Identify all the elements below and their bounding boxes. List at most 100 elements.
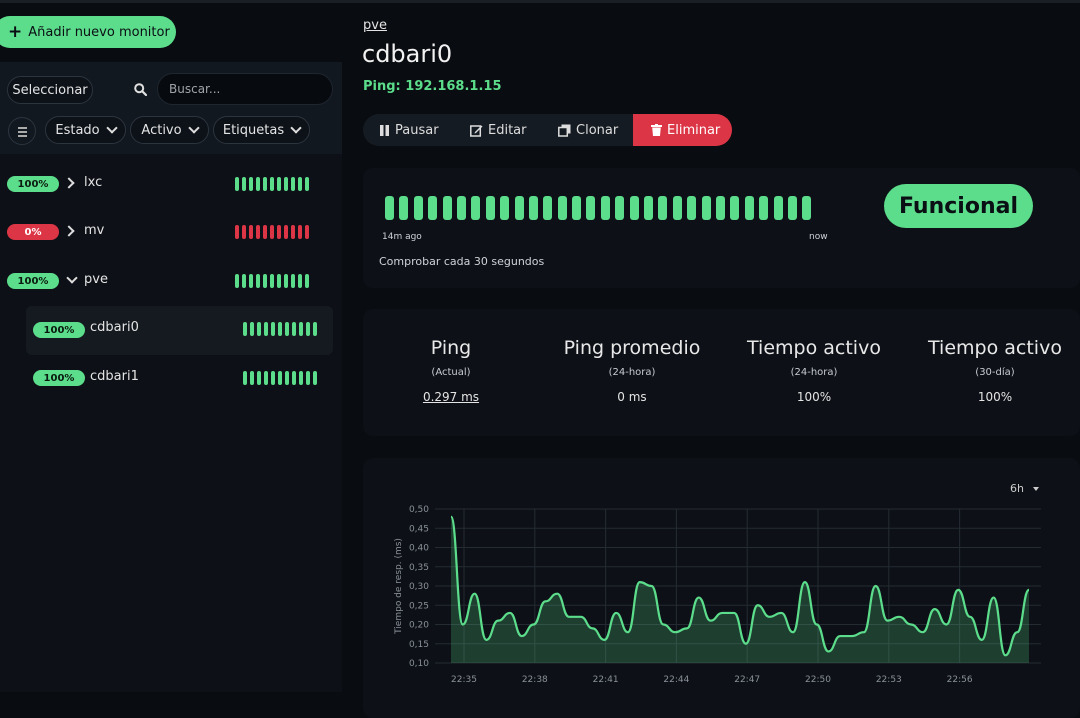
pause-button[interactable]: Pausar bbox=[379, 114, 439, 146]
status-badge: Funcional bbox=[884, 184, 1033, 228]
stat-subtitle: (24-hora) bbox=[608, 367, 656, 378]
clone-label: Clonar bbox=[576, 122, 619, 138]
heartbeat-beat[interactable] bbox=[615, 196, 625, 220]
stat-subtitle: (Actual) bbox=[431, 367, 471, 378]
monitor-target: Ping: 192.168.1.15 bbox=[363, 79, 502, 94]
heartbeat-beat[interactable] bbox=[644, 196, 654, 220]
heartbeat-beat[interactable] bbox=[528, 196, 538, 220]
response-time-chart-card: 6h 0,10 0,15 0,20 0,25 0,30 0,35 0,40 0,45 0,50 2… bbox=[363, 458, 1080, 718]
monitor-row-mv[interactable]: 0% mv bbox=[0, 208, 342, 254]
heartbeat-beat[interactable] bbox=[658, 196, 668, 220]
status-filter-dropdown[interactable]: Estado bbox=[45, 116, 126, 144]
series-area bbox=[451, 516, 1029, 663]
pause-icon bbox=[380, 124, 389, 136]
parent-group-link[interactable]: pve bbox=[363, 18, 387, 33]
heartbeat-beat[interactable] bbox=[600, 196, 610, 220]
heartbeat-beat[interactable] bbox=[471, 196, 481, 220]
heartbeat-beat[interactable] bbox=[500, 196, 510, 220]
stat-average-ping: Ping promedio (24-hora) 0 ms bbox=[557, 337, 707, 404]
heartbeat-beat[interactable] bbox=[744, 196, 754, 220]
uptime-badge: 100% bbox=[33, 322, 85, 338]
y-tick-label: 0,50 bbox=[409, 505, 429, 515]
heartbeat-beat[interactable] bbox=[385, 196, 394, 220]
stat-uptime-30d: Tiempo activo (30-día) 100% bbox=[920, 337, 1070, 404]
y-tick-label: 0,35 bbox=[409, 563, 429, 573]
add-monitor-button[interactable]: + Añadir nuevo monitor bbox=[0, 16, 176, 48]
stat-value: 100% bbox=[796, 390, 832, 404]
heartbeat-beat[interactable] bbox=[672, 196, 682, 220]
heartbeat-beat[interactable] bbox=[442, 196, 452, 220]
y-tick-label: 0,20 bbox=[409, 621, 429, 631]
heartbeat-beat[interactable] bbox=[715, 196, 725, 220]
filter-menu-icon[interactable] bbox=[8, 117, 36, 145]
monitor-name: cdbari1 bbox=[90, 369, 139, 384]
tags-filter-dropdown[interactable]: Etiquetas bbox=[213, 116, 310, 144]
chevron-down-icon[interactable] bbox=[66, 272, 78, 284]
stat-current-ping: Ping (Actual) 0.297 ms bbox=[376, 337, 526, 404]
uptime-badge: 100% bbox=[7, 176, 59, 192]
edit-button[interactable]: Editar bbox=[470, 114, 527, 146]
heartbeat-beat[interactable] bbox=[759, 196, 769, 220]
y-tick-label: 0,30 bbox=[409, 582, 429, 592]
edit-label: Editar bbox=[488, 122, 527, 138]
chevron-right-icon[interactable] bbox=[63, 177, 75, 189]
stat-title: Tiempo activo bbox=[928, 337, 1062, 359]
plus-icon: + bbox=[8, 22, 23, 42]
add-monitor-label: Añadir nuevo monitor bbox=[28, 24, 170, 40]
uptime-badge: 0% bbox=[7, 224, 59, 240]
y-tick-label: 0,45 bbox=[409, 524, 429, 534]
heartbeat-beat[interactable] bbox=[413, 196, 423, 220]
search-input[interactable] bbox=[157, 73, 333, 105]
chevron-down-icon bbox=[290, 122, 302, 134]
heartbeat-beat[interactable] bbox=[773, 196, 783, 220]
x-tick-label: 22:53 bbox=[876, 675, 902, 685]
heartbeat-beat[interactable] bbox=[730, 196, 740, 220]
delete-button[interactable]: Eliminar bbox=[633, 114, 732, 146]
stat-value-link[interactable]: 0.297 ms bbox=[376, 390, 526, 404]
monitor-row-cdbari0[interactable]: 100% cdbari0 bbox=[26, 306, 333, 355]
heartbeat-beat[interactable] bbox=[802, 196, 812, 220]
stat-subtitle: (24-hora) bbox=[790, 367, 838, 378]
monitor-row-lxc[interactable]: 100% lxc bbox=[0, 160, 342, 206]
heartbeat-beat[interactable] bbox=[399, 196, 409, 220]
heartbeat-beat[interactable] bbox=[543, 196, 553, 220]
monitor-row-cdbari1[interactable]: 100% cdbari1 bbox=[26, 355, 333, 401]
monitor-name: mv bbox=[84, 223, 105, 238]
monitor-row-pve[interactable]: 100% pve bbox=[0, 257, 342, 303]
heartbeat-beat[interactable] bbox=[572, 196, 582, 220]
active-filter-dropdown[interactable]: Activo bbox=[130, 116, 209, 144]
heartbeat-bar bbox=[243, 371, 317, 385]
y-axis-label: Tiempo de resp. (ms) bbox=[394, 538, 404, 635]
y-tick-label: 0,25 bbox=[409, 601, 429, 611]
heartbeat-beat[interactable] bbox=[485, 196, 495, 220]
x-tick-label: 22:41 bbox=[593, 675, 619, 685]
heartbeat-beat[interactable] bbox=[629, 196, 639, 220]
heartbeat-beat[interactable] bbox=[787, 196, 797, 220]
x-tick-label: 22:35 bbox=[451, 675, 477, 685]
heartbeat-bar bbox=[235, 225, 309, 239]
heartbeat-beat[interactable] bbox=[428, 196, 438, 220]
y-tick-label: 0,40 bbox=[409, 544, 429, 554]
clone-button[interactable]: Clonar bbox=[558, 114, 618, 146]
heartbeat-beat[interactable] bbox=[456, 196, 466, 220]
y-tick-label: 0,10 bbox=[409, 659, 429, 669]
select-button[interactable]: Seleccionar bbox=[7, 76, 93, 104]
heartbeat-beat[interactable] bbox=[701, 196, 711, 220]
heartbeat-beat[interactable] bbox=[687, 196, 697, 220]
heartbeat-beat[interactable] bbox=[557, 196, 567, 220]
x-tick-label: 22:50 bbox=[805, 675, 831, 685]
stat-title: Tiempo activo bbox=[747, 337, 881, 359]
chevron-down-icon bbox=[187, 122, 200, 134]
sidebar: + Añadir nuevo monitor Seleccionar Estad… bbox=[0, 0, 342, 692]
edit-icon bbox=[470, 124, 483, 137]
trash-icon bbox=[651, 124, 662, 136]
heartbeat-beat[interactable] bbox=[586, 196, 596, 220]
clone-icon bbox=[558, 124, 571, 137]
heartbeat-beat[interactable] bbox=[514, 196, 524, 220]
x-tick-label: 22:44 bbox=[663, 675, 689, 685]
chevron-right-icon[interactable] bbox=[63, 225, 75, 237]
delete-label: Eliminar bbox=[667, 122, 721, 138]
x-tick-label: 22:47 bbox=[734, 675, 760, 685]
response-time-chart: 0,10 0,15 0,20 0,25 0,30 0,35 0,40 0,45 0,50 22:3… bbox=[394, 505, 1041, 685]
stat-value: 0 ms bbox=[617, 390, 647, 404]
